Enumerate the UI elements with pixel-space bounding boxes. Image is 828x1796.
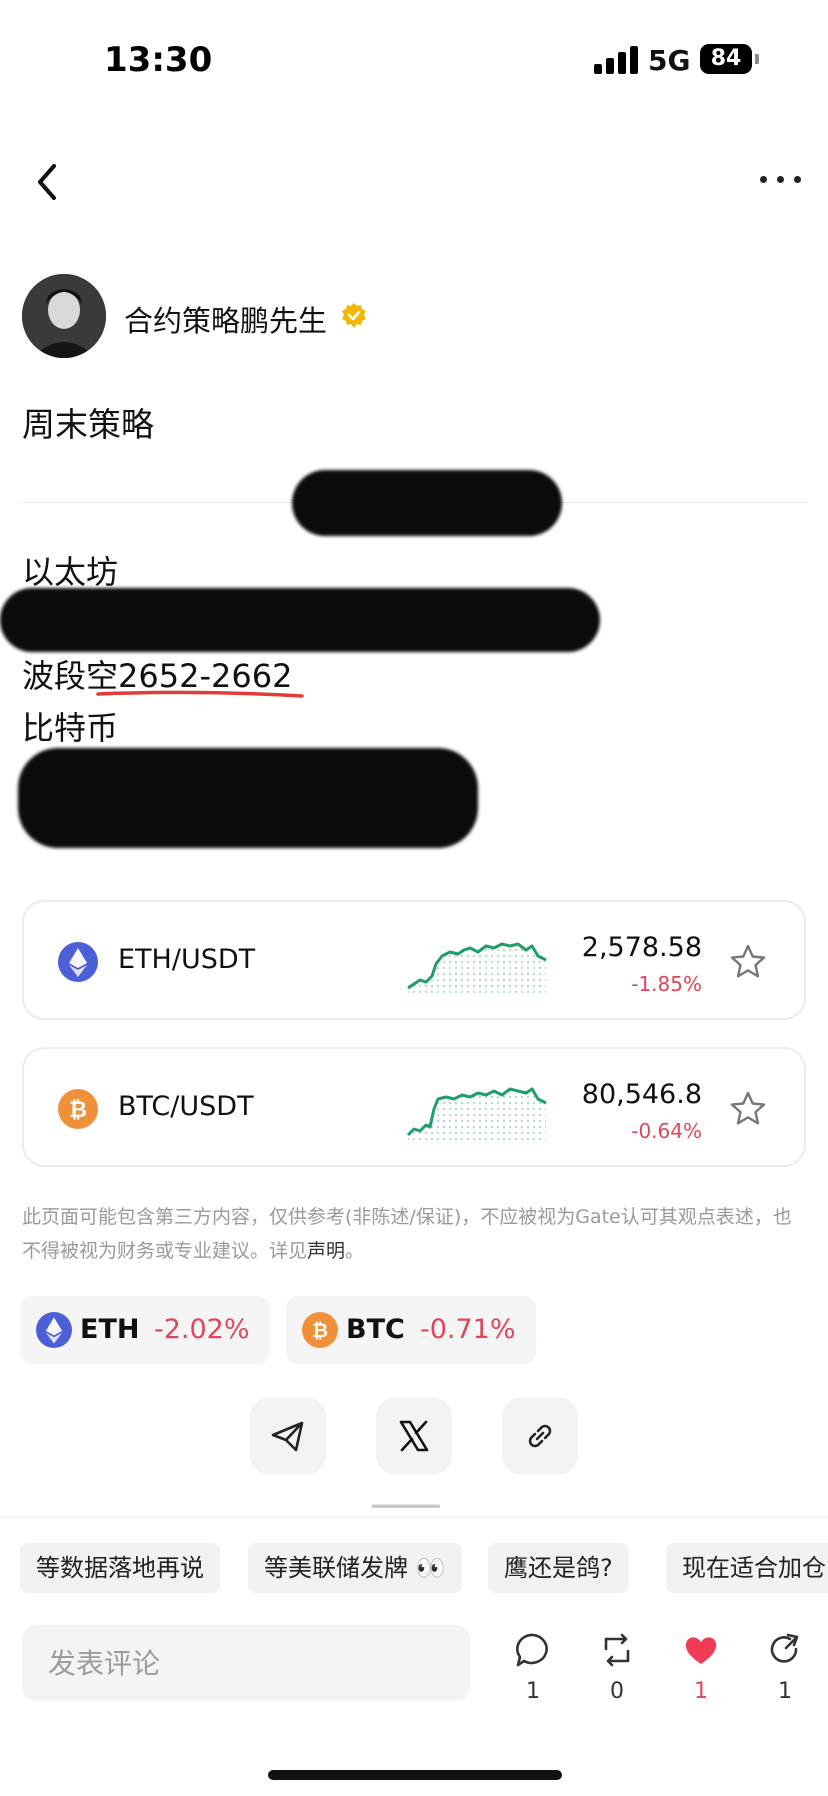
copy-link-button[interactable] xyxy=(502,1398,578,1474)
signal-icon xyxy=(594,46,638,74)
price-sparkline xyxy=(406,1087,547,1141)
pair-label: BTC/USDT xyxy=(118,1091,254,1122)
avatar[interactable] xyxy=(22,274,106,358)
network-type: 5G xyxy=(648,44,691,77)
disclaimer-text: 此页面可能包含第三方内容，仅供参考(非陈述/保证)，不应被视为Gate认可其观点… xyxy=(22,1206,792,1262)
svg-text:₿: ₿ xyxy=(69,1098,87,1123)
tag-chip-btc[interactable]: ₿ BTC -0.71% xyxy=(286,1296,536,1364)
price-sparkline xyxy=(407,942,547,994)
comment-icon xyxy=(516,1633,548,1667)
share-button[interactable]: 1 xyxy=(757,1631,813,1704)
like-button[interactable]: 1 xyxy=(673,1631,729,1704)
pair-label: ETH/USDT xyxy=(118,944,256,975)
ethereum-icon xyxy=(58,942,98,982)
disclaimer: 此页面可能包含第三方内容，仅供参考(非陈述/保证)，不应被视为Gate认可其观点… xyxy=(22,1200,810,1268)
comment-input[interactable] xyxy=(22,1625,470,1701)
quick-reply-chip[interactable]: 等数据落地再说 xyxy=(20,1543,220,1593)
more-options-icon[interactable] xyxy=(760,174,804,186)
bottom-bar: 等数据落地再说 等美联储发牌 👀 鹰还是鸽? 现在适合加仓 1 0 1 1 xyxy=(0,1516,828,1796)
telegram-icon xyxy=(271,1421,304,1452)
quick-reply-chip[interactable]: 等美联储发牌 👀 xyxy=(248,1543,462,1593)
author-name[interactable]: 合约策略鹏先生 xyxy=(124,298,327,340)
share-x-button[interactable] xyxy=(376,1398,452,1474)
price: 80,546.8 xyxy=(581,1079,702,1110)
tag-symbol: ETH xyxy=(80,1314,140,1345)
repost-button[interactable]: 0 xyxy=(589,1631,645,1704)
disclaimer-link[interactable]: 声明 xyxy=(307,1240,345,1262)
asset-card-eth[interactable]: ETH/USDT 2,578.58 -1.85% xyxy=(22,900,806,1020)
redaction-scribble xyxy=(18,748,478,848)
disclaimer-end: 。 xyxy=(345,1240,365,1262)
x-icon xyxy=(399,1420,429,1452)
svg-text:₿: ₿ xyxy=(312,1319,328,1342)
price-change: -0.64% xyxy=(631,1119,702,1143)
share-icon xyxy=(770,1633,799,1663)
share-telegram-button[interactable] xyxy=(250,1398,326,1474)
comment-button[interactable]: 1 xyxy=(505,1631,561,1704)
repost-count: 0 xyxy=(610,1679,624,1704)
price: 2,578.58 xyxy=(581,932,702,963)
asset-card-btc[interactable]: ₿ BTC/USDT 80,546.8 -0.64% xyxy=(22,1047,806,1167)
ethereum-icon xyxy=(36,1312,72,1348)
redaction-scribble xyxy=(292,470,562,536)
bitcoin-icon: ₿ xyxy=(58,1089,98,1129)
quick-reply-chip[interactable]: 鹰还是鸽? xyxy=(488,1543,629,1593)
bitcoin-icon: ₿ xyxy=(302,1312,338,1348)
heart-icon xyxy=(685,1637,717,1664)
home-indicator xyxy=(268,1770,562,1780)
back-icon[interactable] xyxy=(30,160,66,204)
verified-badge-icon xyxy=(340,302,368,330)
red-underline xyxy=(96,690,304,698)
redaction-scribble xyxy=(0,588,600,652)
tag-symbol: BTC xyxy=(346,1314,405,1345)
link-icon xyxy=(528,1424,552,1448)
tag-chip-eth[interactable]: ETH -2.02% xyxy=(20,1296,270,1364)
comment-count: 1 xyxy=(526,1679,540,1704)
share-count: 1 xyxy=(778,1679,792,1704)
status-bar: 13:30 5G 84 xyxy=(0,0,828,120)
post-title: 周末策略 xyxy=(22,405,154,444)
status-time: 13:30 xyxy=(104,40,213,80)
tag-change: -2.02% xyxy=(154,1314,250,1345)
quick-reply-chip[interactable]: 现在适合加仓 xyxy=(666,1543,828,1593)
battery-icon: 84 xyxy=(700,44,759,74)
star-icon[interactable] xyxy=(728,1089,768,1129)
repost-icon xyxy=(604,1633,630,1667)
like-count: 1 xyxy=(694,1679,708,1704)
tag-change: -0.71% xyxy=(420,1314,516,1345)
star-icon[interactable] xyxy=(728,942,768,982)
price-change: -1.85% xyxy=(631,972,702,996)
